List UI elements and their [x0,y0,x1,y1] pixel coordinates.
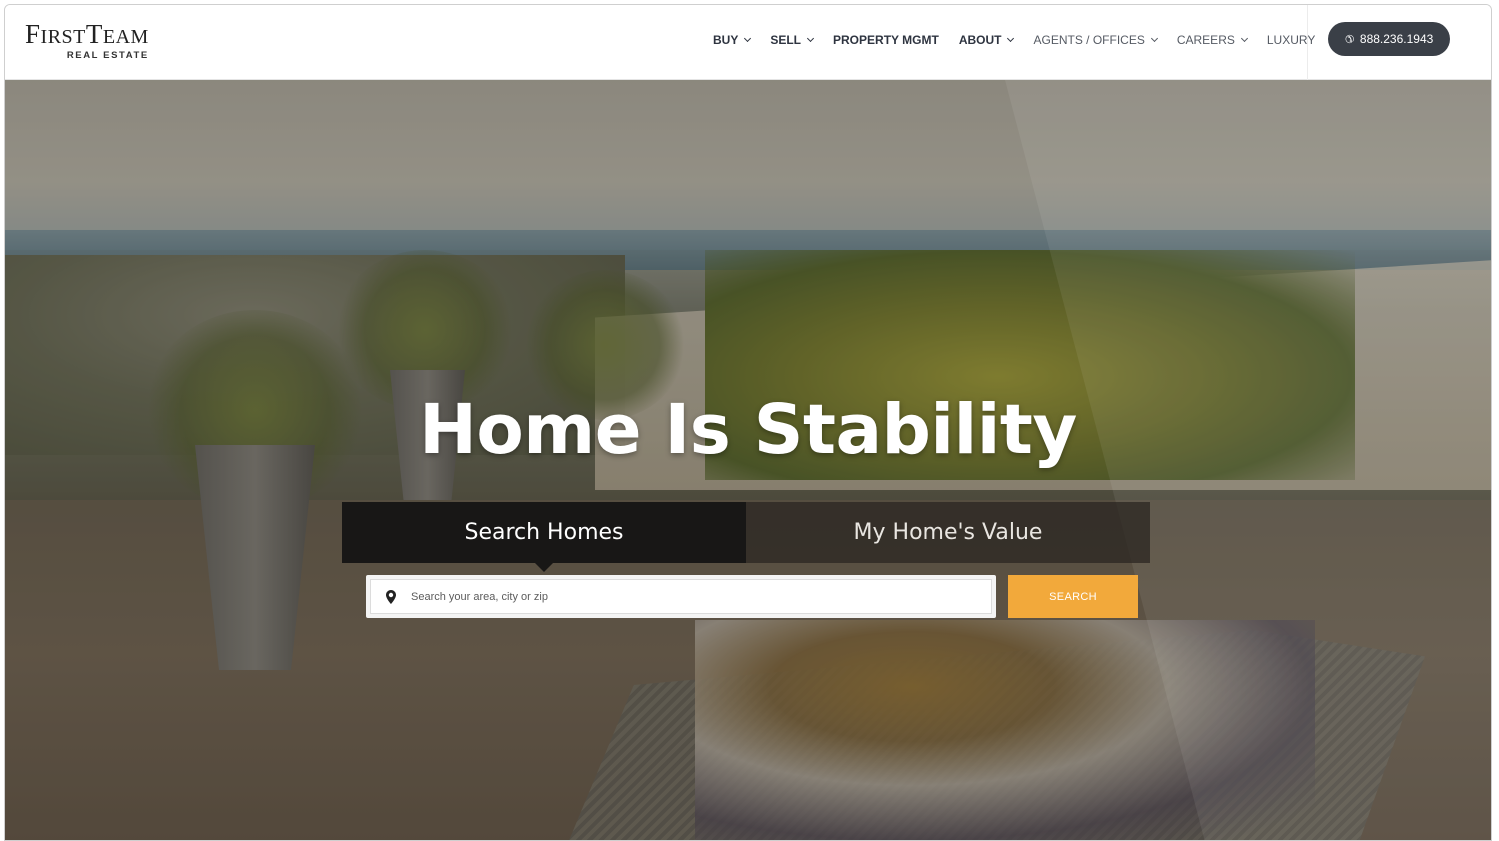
phone-icon: ✆ [1344,33,1354,46]
browser-frame: FIRSTTEAM REAL ESTATE BUY SELL PROPERTY … [4,4,1492,841]
nav-label: BUY [713,33,739,47]
phone-button[interactable]: ✆ 888.236.1943 [1328,22,1450,56]
nav-item-buy[interactable]: BUY [713,33,752,47]
tab-search-homes[interactable]: Search Homes [342,502,746,572]
tab-label: My Home's Value [853,520,1043,545]
nav-item-sell[interactable]: SELL [770,33,815,47]
nav-item-agents-offices[interactable]: AGENTS / OFFICES [1033,33,1158,47]
tab-my-homes-value[interactable]: My Home's Value [746,502,1150,563]
nav-item-about[interactable]: ABOUT [958,33,1015,47]
tab-label: Search Homes [464,520,624,545]
search-tabs: Search Homes My Home's Value [342,502,1150,572]
nav-divider [1307,5,1308,80]
nav-item-property-mgmt[interactable]: PROPERTY MGMT [833,33,939,47]
nav-item-careers[interactable]: CAREERS [1176,33,1248,47]
search-button[interactable]: SEARCH [1008,575,1138,618]
firstteam-logo[interactable]: FIRSTTEAM REAL ESTATE [25,19,149,62]
search-box [370,579,992,614]
nav-label: LUXURY [1266,33,1316,47]
chevron-down-icon [1150,34,1158,43]
hero-section: Home Is Stability Search Homes My Home's… [5,80,1491,840]
nav-label: PROPERTY MGMT [833,33,939,47]
nav-label: ABOUT [958,33,1002,47]
chevron-down-icon [1007,34,1015,43]
map-pin-icon [386,589,396,604]
logo-tagline: REAL ESTATE [66,50,149,61]
chevron-down-icon [744,34,752,43]
chevron-down-icon [1240,34,1248,43]
nav-label: CAREERS [1176,33,1235,47]
nav-label: AGENTS / OFFICES [1033,33,1145,47]
main-nav: BUY SELL PROPERTY MGMT ABOUT AGENTS / OF… [713,33,1335,47]
hero-headline: Home Is Stability [419,390,1077,470]
nav-item-luxury[interactable]: LUXURY [1267,33,1315,47]
search-input[interactable] [411,580,991,613]
search-field-wrapper [366,575,996,618]
nav-label: SELL [770,33,802,47]
site-header: FIRSTTEAM REAL ESTATE BUY SELL PROPERTY … [5,5,1491,80]
phone-number: 888.236.1943 [1359,32,1434,46]
chevron-down-icon [806,34,815,43]
logo-wordmark: FIRSTTEAM [25,19,149,49]
